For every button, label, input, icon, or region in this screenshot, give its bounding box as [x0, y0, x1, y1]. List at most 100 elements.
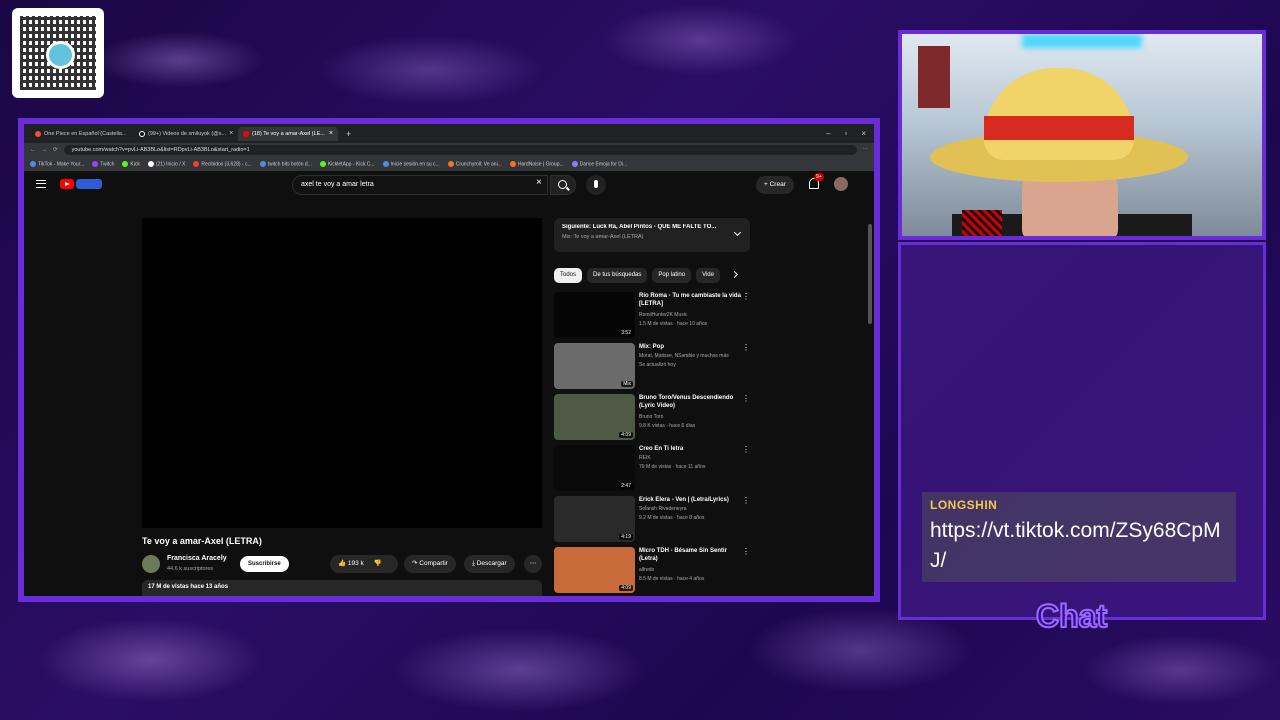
list-item[interactable]: 2:47 Creo En Ti letra REIK 79 M de vista…: [554, 445, 752, 496]
up-next-title: Siguiente: Luck Ra, Abel Pintos - QUE ME…: [562, 224, 717, 230]
download-button[interactable]: ⤓ Descargar: [464, 555, 515, 573]
bookmark-item[interactable]: Crunchyroll: Ve ani...: [447, 160, 502, 167]
views-date: 17 M de vistas hace 13 años: [148, 584, 229, 590]
led-light: [1022, 34, 1142, 48]
chip-videos[interactable]: Vide: [696, 268, 720, 283]
chip-todos[interactable]: Todos: [554, 268, 583, 283]
recommendation-title[interactable]: Río Roma - Tu me cambiaste la vida [LETR…: [639, 292, 744, 308]
bookmark-item[interactable]: Dance Emoja for Di...: [571, 160, 627, 167]
list-item[interactable]: Mix Mix: Pop Morat, Matisse, NSamble y m…: [554, 343, 752, 394]
straw-hat-band: [984, 116, 1134, 140]
more-vert-icon[interactable]: ⋮: [742, 548, 750, 556]
description-box[interactable]: 17 M de vistas hace 13 años: [142, 580, 542, 596]
video-thumbnail[interactable]: 3:52: [554, 292, 635, 338]
video-thumbnail[interactable]: 4:09: [554, 547, 635, 593]
tab-youtube-video[interactable]: (18) Te voy a amar-Axel (LE... ×: [238, 126, 338, 141]
video-thumbnail[interactable]: 4:09: [554, 394, 635, 440]
more-vert-icon[interactable]: ⋮: [742, 497, 750, 505]
straw-hat-crown: [984, 68, 1134, 160]
wall-poster: [918, 46, 950, 108]
more-vert-icon[interactable]: ⋮: [742, 395, 750, 403]
microphone-icon[interactable]: [586, 175, 606, 195]
account-avatar[interactable]: [834, 177, 848, 191]
share-button[interactable]: ↷ Compartir: [404, 555, 456, 573]
search-input[interactable]: axel te voy a amar letra: [292, 175, 548, 195]
recommendation-title[interactable]: Mix: Pop: [639, 343, 744, 351]
bookmark-item[interactable]: TikTok - Make Your...: [30, 160, 84, 167]
page-scrollbar[interactable]: [868, 224, 872, 324]
address-bar-row: ← → ⟳ youtube.com/watch?v=pvLi-AB3BLo&li…: [24, 143, 874, 157]
tab-label: (18) Te voy a amar-Axel (LE...: [252, 130, 325, 137]
create-button[interactable]: + Crear: [756, 176, 794, 194]
close-icon[interactable]: ×: [229, 130, 233, 137]
recommendation-title[interactable]: Bruno Toro/Venus Descendiendo (Lyric Vid…: [639, 394, 744, 410]
search-icon[interactable]: [550, 175, 576, 195]
tab-bar: One Piece en Español (Castella... × (99+…: [24, 124, 874, 143]
tab-smiluyok[interactable]: (99+) Videos de smiluyok (@s... ×: [134, 127, 234, 141]
bookmark-item[interactable]: HardNoise | Group...: [509, 160, 564, 167]
menu-icon[interactable]: [36, 180, 46, 188]
duration-badge: 4:09: [619, 585, 633, 591]
extensions-icon[interactable]: ⋯: [863, 147, 869, 153]
chip-pop-latino[interactable]: Pop latino: [652, 268, 692, 283]
channel-name[interactable]: Francisca Aracely: [167, 555, 227, 562]
shirt-stripe: [962, 210, 1002, 236]
maximize-icon[interactable]: ▫: [844, 129, 847, 138]
channel-avatar[interactable]: [142, 555, 160, 573]
video-thumbnail[interactable]: 2:47: [554, 445, 635, 491]
like-count[interactable]: 193 k: [348, 560, 364, 567]
recommendation-title[interactable]: Creo En Ti letra: [639, 445, 744, 453]
bookmark-item[interactable]: Recibidos (3,628) - c...: [193, 160, 252, 167]
url-field[interactable]: youtube.com/watch?v=pvLi-AB3BLo&list=RDp…: [63, 145, 857, 155]
subscribe-button[interactable]: Suscribirse: [240, 556, 289, 572]
recommendation-channel: RomiiHunter2K Music: [639, 312, 688, 318]
subscriber-count: 44.6 k suscriptores: [167, 566, 214, 572]
more-vert-icon[interactable]: ⋮: [742, 293, 750, 301]
more-vert-icon[interactable]: ⋮: [742, 446, 750, 454]
crunchyroll-icon: [35, 130, 41, 137]
window-controls: – ▫ ×: [826, 129, 874, 138]
chip-de-tus-busquedas[interactable]: De tus búsquedas: [587, 268, 648, 283]
new-tab-button[interactable]: +: [346, 129, 351, 139]
chevron-right-icon[interactable]: [730, 270, 739, 279]
list-item[interactable]: 4:09 Bruno Toro/Venus Descendiendo (Lyri…: [554, 394, 752, 445]
up-next-subtitle: Mix: Te voy a amar-Axel (LETRA): [562, 234, 644, 240]
bookmark-item[interactable]: (21) Inicio / X: [147, 160, 185, 167]
youtube-icon: [243, 130, 249, 137]
close-window-icon[interactable]: ×: [861, 129, 866, 138]
dislike-icon[interactable]: 👎: [374, 560, 382, 567]
bookmark-item[interactable]: Twitch: [92, 160, 114, 167]
tab-one-piece[interactable]: One Piece en Español (Castella... ×: [30, 127, 130, 141]
bookmark-item[interactable]: Inicie sesión en su c...: [382, 160, 440, 167]
youtube-doodle-badge[interactable]: [76, 179, 102, 189]
recommendation-title[interactable]: Erick Elera - Ven | (Letra/Lyrics): [639, 496, 744, 504]
list-item[interactable]: 3:52 Río Roma - Tu me cambiaste la vida …: [554, 292, 752, 343]
recommendation-channel: alfredo: [639, 567, 655, 573]
recommendation-title[interactable]: Micro TDH - Bésame Sin Sentir (Letra): [639, 547, 744, 563]
back-icon[interactable]: ←: [30, 147, 36, 153]
youtube-logo[interactable]: [60, 179, 74, 189]
like-icon[interactable]: 👍: [338, 560, 346, 567]
qr-code: [12, 8, 104, 98]
tab-label: One Piece en Español (Castella...: [44, 130, 127, 137]
bookmark-item[interactable]: Kick: [122, 160, 140, 167]
list-item[interactable]: 4:09 Micro TDH - Bésame Sin Sentir (Letr…: [554, 547, 752, 596]
list-item[interactable]: 4:19 Erick Elera - Ven | (Letra/Lyrics) …: [554, 496, 752, 547]
more-actions-icon[interactable]: ⋯: [524, 555, 542, 573]
recommendation-meta: 9.8 K vistas · hace 6 días: [639, 423, 696, 429]
bookmark-item[interactable]: KickletApp - Kick C...: [319, 160, 375, 167]
video-thumbnail[interactable]: 4:19: [554, 496, 635, 542]
clear-search-icon[interactable]: ×: [536, 177, 542, 188]
more-vert-icon[interactable]: ⋮: [742, 344, 750, 352]
close-icon[interactable]: ×: [329, 130, 333, 137]
video-player[interactable]: [142, 218, 542, 528]
forward-icon[interactable]: →: [42, 147, 48, 153]
recommendation-meta: Se actualizó hoy: [639, 362, 676, 368]
recommendation-meta: 9.2 M de vistas · hace 8 años: [639, 515, 705, 521]
video-thumbnail[interactable]: Mix: [554, 343, 635, 389]
up-next-panel[interactable]: Siguiente: Luck Ra, Abel Pintos - QUE ME…: [554, 218, 750, 252]
reload-icon[interactable]: ⟳: [53, 147, 58, 153]
bookmark-item[interactable]: twitch bits botón d...: [259, 160, 312, 167]
minimize-icon[interactable]: –: [826, 129, 830, 138]
download-label: Descargar: [476, 560, 507, 567]
